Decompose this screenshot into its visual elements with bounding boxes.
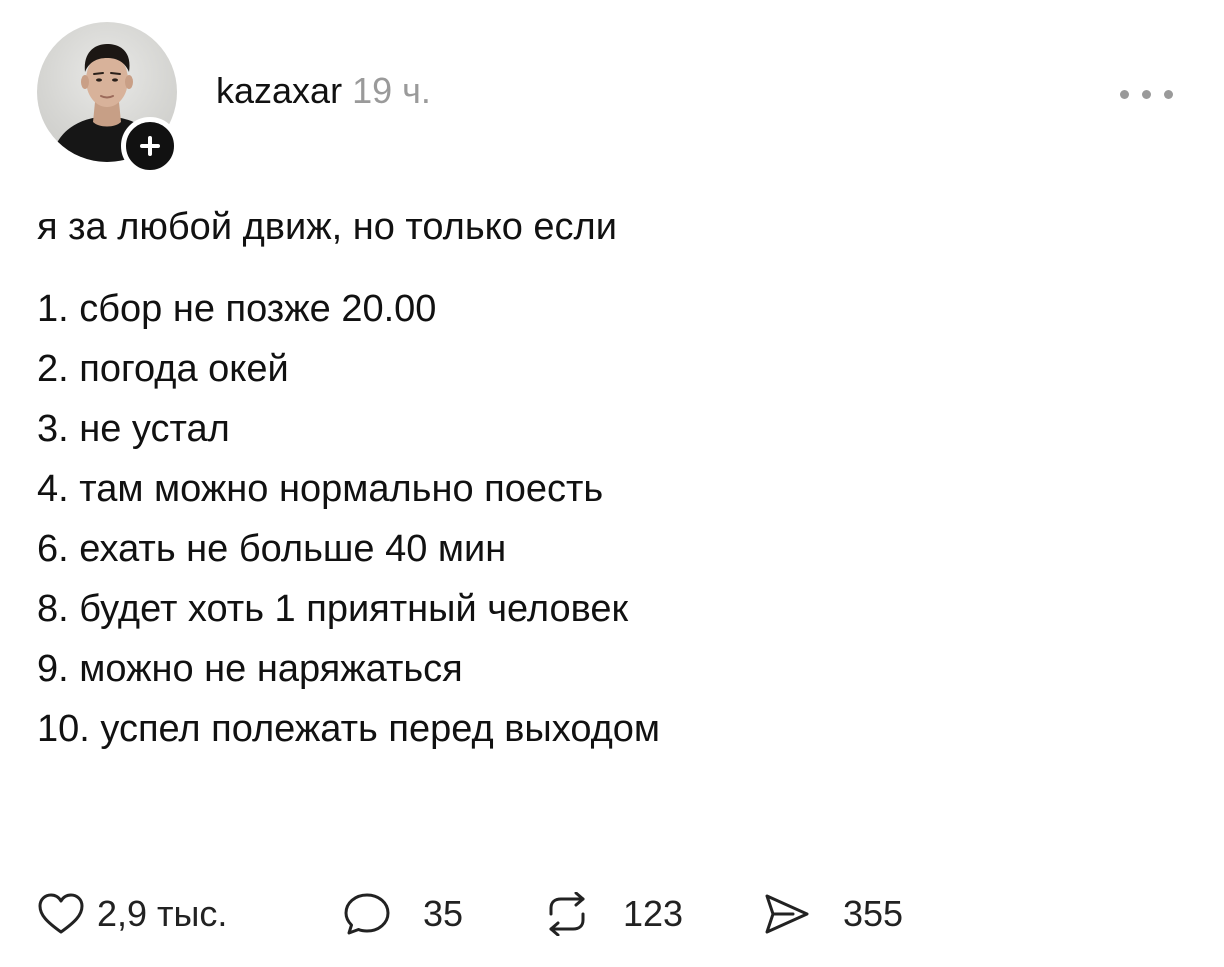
follow-button[interactable] — [121, 117, 179, 175]
post-timestamp: 19 ч. — [352, 70, 431, 111]
list-item: 2. погода окей — [37, 348, 289, 390]
comment-bubble-icon — [344, 893, 390, 935]
repost-arrows-icon — [549, 892, 585, 936]
heart-icon — [38, 893, 84, 934]
share-button[interactable]: 355 — [763, 882, 933, 946]
post-intro: я за любой движ, но только если — [37, 206, 617, 248]
list-item: 10. успел полежать перед выходом — [37, 708, 661, 750]
repost-button[interactable]: 123 — [543, 882, 703, 946]
more-dots-icon — [1120, 90, 1129, 99]
list-item: 4. там можно нормально поесть — [37, 468, 604, 510]
thread-post: kazaxar 19 ч. я за любой движ, но только … — [0, 0, 1224, 967]
share-count: 355 — [843, 893, 904, 934]
send-arrow-icon — [765, 894, 809, 934]
list-item: 1. сбор не позже 20.00 — [37, 288, 437, 330]
list-item: 9. можно не наряжаться — [37, 648, 463, 690]
like-count: 2,9 тыс. — [97, 893, 228, 934]
post-header: kazaxar 19 ч. — [216, 66, 431, 116]
like-button[interactable]: 2,9 тыс. — [37, 882, 277, 946]
post-text: я за любой движ, но только если 1. сбор … — [37, 197, 1187, 759]
username-link[interactable]: kazaxar — [216, 70, 342, 111]
list-item: 6. ехать не больше 40 мин — [37, 528, 507, 570]
comment-button[interactable]: 35 — [343, 882, 483, 946]
list-item: 3. не устал — [37, 408, 230, 450]
repost-count: 123 — [623, 893, 684, 934]
action-bar: 2,9 тыс. 35 123 355 — [37, 882, 1187, 946]
list-item: 8. будет хоть 1 приятный человек — [37, 588, 629, 630]
comment-count: 35 — [423, 893, 464, 934]
more-options-button[interactable] — [1116, 84, 1178, 104]
